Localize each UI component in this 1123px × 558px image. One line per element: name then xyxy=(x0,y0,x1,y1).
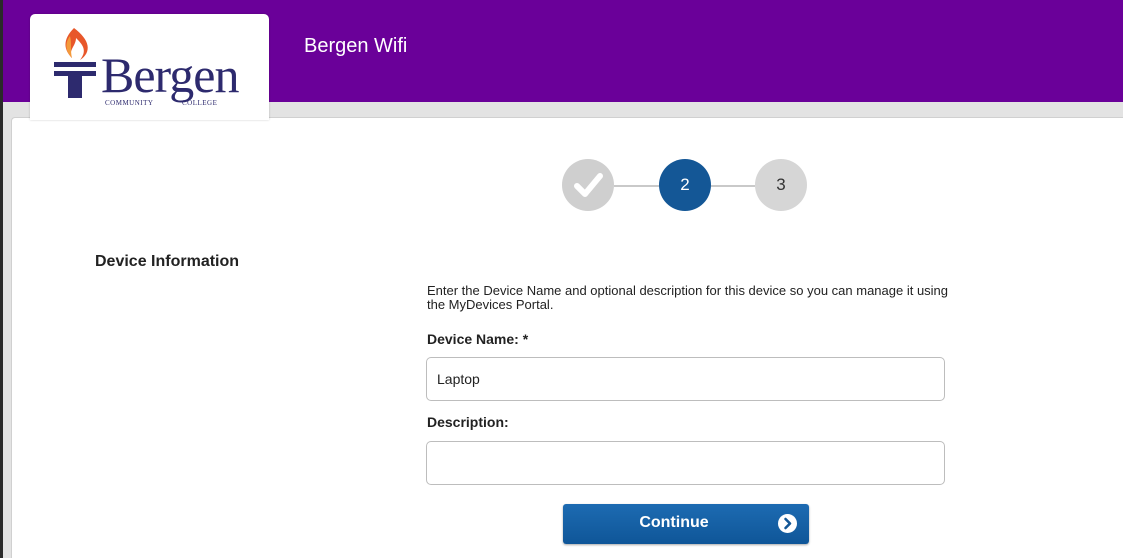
browser-frame: Bergen Wifi Bergen COMMUNITY COLLEGE 2 3… xyxy=(0,0,1123,558)
college-logo[interactable]: Bergen COMMUNITY COLLEGE xyxy=(30,14,269,120)
checkmark-icon xyxy=(574,173,603,197)
device-name-input[interactable] xyxy=(426,357,945,401)
section-title: Device Information xyxy=(95,253,240,270)
step-2-current: 2 xyxy=(659,159,711,211)
logo-wordmark: Bergen xyxy=(101,47,239,103)
description-input[interactable] xyxy=(426,441,945,485)
chevron-right-icon xyxy=(778,514,797,533)
step-connector xyxy=(614,185,659,187)
logo-subtitle-left: COMMUNITY xyxy=(105,99,154,107)
step-1-complete xyxy=(562,159,614,211)
device-name-label: Device Name: * xyxy=(427,331,529,347)
torch-icon xyxy=(54,28,96,98)
continue-button-label: Continue xyxy=(639,514,709,531)
logo-subtitle-right: COLLEGE xyxy=(182,99,218,107)
app-title: Bergen Wifi xyxy=(304,35,408,57)
continue-button[interactable]: Continue xyxy=(563,504,809,544)
description-label: Description: xyxy=(427,414,509,430)
step-3-upcoming: 3 xyxy=(755,159,807,211)
instructions-text: Enter the Device Name and optional descr… xyxy=(427,283,949,312)
step-connector xyxy=(711,185,755,187)
